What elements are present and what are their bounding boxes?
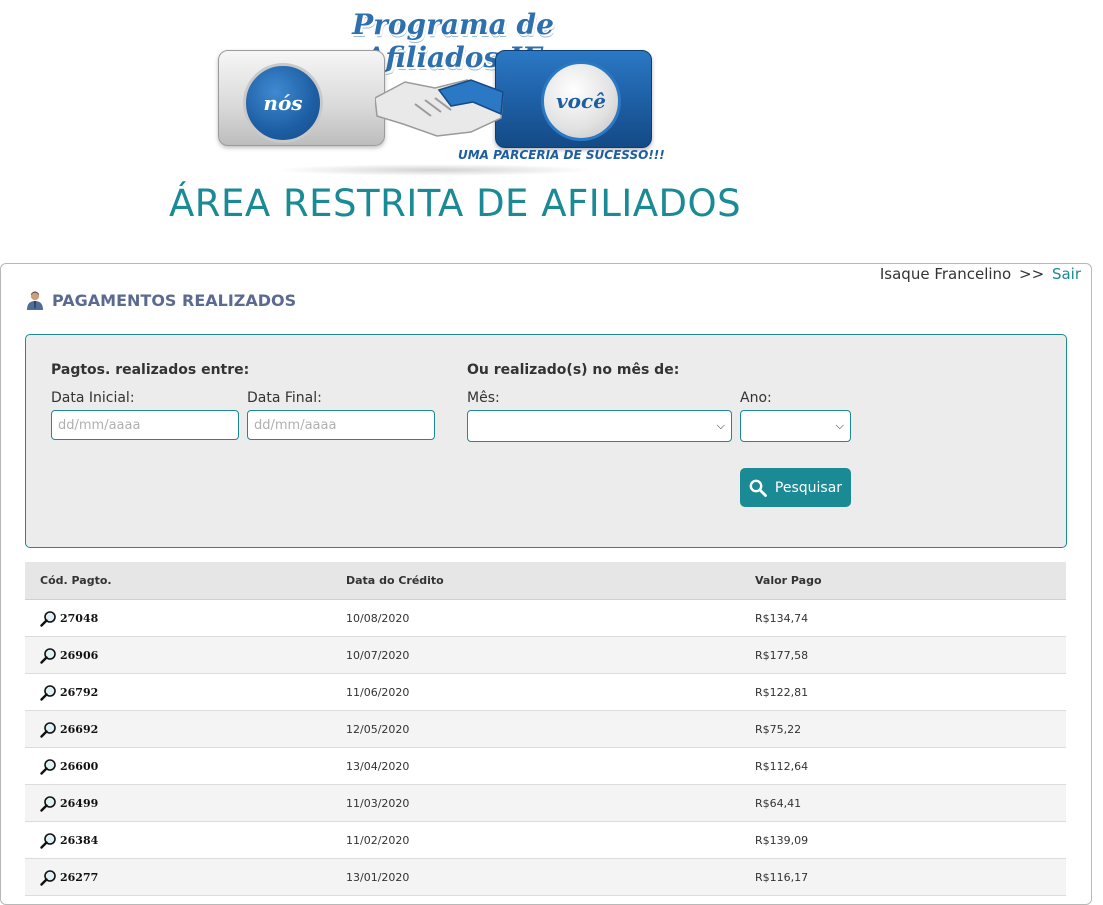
end-date-label: Data Final: bbox=[247, 390, 322, 406]
payment-code-link[interactable]: 26906 bbox=[40, 647, 346, 664]
section-title: PAGAMENTOS REALIZADOS bbox=[52, 290, 297, 310]
user-bar-separator: >> bbox=[1019, 265, 1045, 283]
logo-voce-circle: você bbox=[541, 61, 621, 141]
year-label: Ano: bbox=[740, 390, 772, 406]
payment-code: 26792 bbox=[60, 685, 99, 699]
code-cell: 26499 bbox=[25, 784, 346, 822]
date-range-label: Pagtos. realizados entre: bbox=[51, 362, 250, 378]
column-header-value: Valor Pago bbox=[755, 562, 1066, 600]
code-cell: 26384 bbox=[25, 821, 346, 859]
magnifier-icon bbox=[40, 647, 56, 664]
user-icon bbox=[27, 291, 43, 310]
filter-panel: Pagtos. realizados entre: Data Inicial: … bbox=[25, 334, 1067, 548]
credit-date-cell: 13/04/2020 bbox=[346, 747, 755, 785]
table-row: 27048 10/08/2020 R$134,74 bbox=[25, 599, 1066, 637]
month-select[interactable]: ⌵ bbox=[467, 410, 732, 442]
magnifier-icon bbox=[40, 721, 56, 738]
logo-shadow bbox=[275, 164, 595, 176]
code-cell: 26906 bbox=[25, 636, 346, 674]
chevron-down-icon: ⌵ bbox=[716, 419, 725, 432]
amount-paid-cell: R$116,17 bbox=[755, 858, 1066, 896]
year-select[interactable]: ⌵ bbox=[740, 410, 851, 442]
affiliate-program-logo: Programa de Afiliados IF nós você UMA PA… bbox=[215, 6, 665, 178]
magnifier-icon bbox=[40, 758, 56, 775]
table-row: 26792 11/06/2020 R$122,81 bbox=[25, 673, 1066, 711]
user-bar: Isaque Francelino >> Sair bbox=[880, 265, 1081, 283]
payment-code-link[interactable]: 26692 bbox=[40, 721, 346, 738]
payment-code: 26499 bbox=[60, 796, 99, 810]
code-cell: 27048 bbox=[25, 599, 346, 637]
month-group-label: Ou realizado(s) no mês de: bbox=[467, 362, 680, 378]
magnifier-icon bbox=[40, 869, 56, 886]
table-row: 26692 12/05/2020 R$75,22 bbox=[25, 710, 1066, 748]
search-button-label: Pesquisar bbox=[774, 479, 843, 496]
amount-paid-cell: R$134,74 bbox=[755, 599, 1066, 637]
payment-code-link[interactable]: 26792 bbox=[40, 684, 346, 701]
credit-date-cell: 11/02/2020 bbox=[346, 821, 755, 859]
magnifier-icon bbox=[40, 610, 56, 627]
code-cell: 26277 bbox=[25, 858, 346, 896]
logo-nos-circle: nós bbox=[243, 63, 323, 143]
code-cell: 26792 bbox=[25, 673, 346, 711]
magnifier-icon bbox=[40, 684, 56, 701]
magnifier-icon bbox=[40, 832, 56, 849]
user-name: Isaque Francelino bbox=[879, 265, 1012, 283]
logout-link[interactable]: Sair bbox=[1052, 265, 1081, 283]
payment-code: 26906 bbox=[60, 648, 99, 662]
chevron-down-icon: ⌵ bbox=[835, 419, 844, 432]
search-icon bbox=[749, 479, 767, 497]
credit-date-cell: 12/05/2020 bbox=[346, 710, 755, 748]
column-header-code: Cód. Pagto. bbox=[25, 562, 346, 600]
payment-code-link[interactable]: 26600 bbox=[40, 758, 346, 775]
magnifier-icon bbox=[40, 795, 56, 812]
payment-code-link[interactable]: 27048 bbox=[40, 610, 346, 627]
credit-date-cell: 10/07/2020 bbox=[346, 636, 755, 674]
month-label: Mês: bbox=[467, 390, 500, 406]
start-date-label: Data Inicial: bbox=[51, 390, 135, 406]
credit-date-cell: 11/03/2020 bbox=[346, 784, 755, 822]
table-row: 26499 11/03/2020 R$64,41 bbox=[25, 784, 1066, 822]
credit-date-cell: 11/06/2020 bbox=[346, 673, 755, 711]
payment-code-link[interactable]: 26277 bbox=[40, 869, 346, 886]
logo-tagline: UMA PARCERIA DE SUCESSO!!! bbox=[458, 148, 665, 162]
main-panel: Isaque Francelino >> Sair PAGAMENTOS REA… bbox=[0, 263, 1092, 905]
payment-code-link[interactable]: 26499 bbox=[40, 795, 346, 812]
amount-paid-cell: R$139,09 bbox=[755, 821, 1066, 859]
table-header-row: Cód. Pagto. Data do Crédito Valor Pago bbox=[25, 562, 1066, 600]
credit-date-cell: 10/08/2020 bbox=[346, 599, 755, 637]
start-date-input[interactable] bbox=[51, 410, 239, 440]
payment-code: 26600 bbox=[60, 759, 99, 773]
amount-paid-cell: R$112,64 bbox=[755, 747, 1066, 785]
amount-paid-cell: R$122,81 bbox=[755, 673, 1066, 711]
table-row: 26906 10/07/2020 R$177,58 bbox=[25, 636, 1066, 674]
payments-table: Cód. Pagto. Data do Crédito Valor Pago 2… bbox=[25, 562, 1066, 896]
amount-paid-cell: R$75,22 bbox=[755, 710, 1066, 748]
credit-date-cell: 13/01/2020 bbox=[346, 858, 755, 896]
handshake-icon bbox=[375, 79, 504, 137]
payment-code-link[interactable]: 26384 bbox=[40, 832, 346, 849]
section-header: PAGAMENTOS REALIZADOS bbox=[25, 290, 296, 310]
code-cell: 26692 bbox=[25, 710, 346, 748]
amount-paid-cell: R$177,58 bbox=[755, 636, 1066, 674]
column-header-date: Data do Crédito bbox=[346, 562, 755, 600]
payment-code: 26384 bbox=[60, 833, 99, 847]
end-date-input[interactable] bbox=[247, 410, 435, 440]
code-cell: 26600 bbox=[25, 747, 346, 785]
restricted-area-title: ÁREA RESTRITA DE AFILIADOS bbox=[169, 182, 742, 225]
search-button[interactable]: Pesquisar bbox=[740, 468, 851, 507]
payment-code: 27048 bbox=[60, 611, 99, 625]
table-row: 26384 11/02/2020 R$139,09 bbox=[25, 821, 1066, 859]
amount-paid-cell: R$64,41 bbox=[755, 784, 1066, 822]
payment-code: 26692 bbox=[60, 722, 99, 736]
table-row: 26277 13/01/2020 R$116,17 bbox=[25, 858, 1066, 896]
table-row: 26600 13/04/2020 R$112,64 bbox=[25, 747, 1066, 785]
payment-code: 26277 bbox=[60, 870, 99, 884]
